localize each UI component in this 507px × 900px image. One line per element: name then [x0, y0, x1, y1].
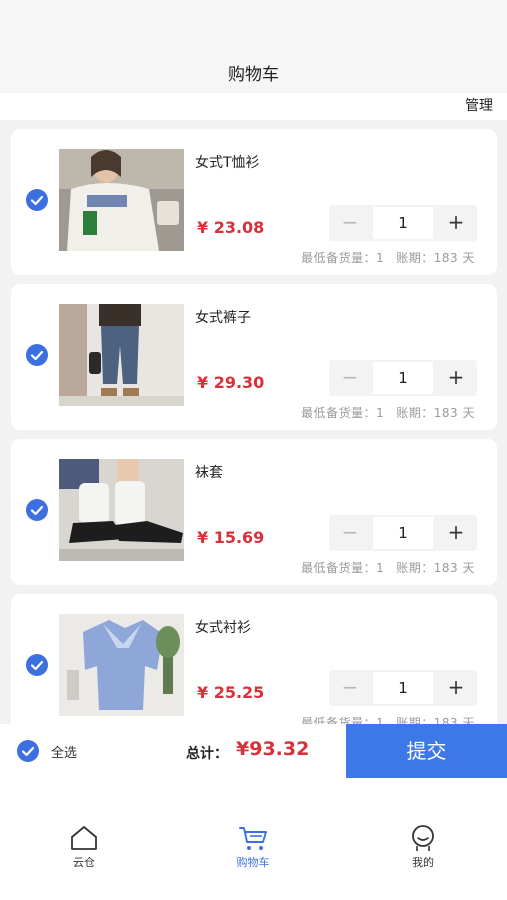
- quantity-stepper: − 1 +: [329, 515, 477, 551]
- product-price: ¥ 15.69: [197, 528, 265, 547]
- term-label: 账期：: [396, 716, 434, 724]
- tab-label: 云仓: [73, 856, 95, 869]
- cart-icon: [239, 827, 267, 850]
- total-value: ¥93.32: [236, 738, 310, 760]
- quantity-input[interactable]: 1: [373, 362, 433, 394]
- min-stock-label: 最低备货量：: [301, 251, 377, 265]
- cart-list[interactable]: 女式T恤衫 ¥ 23.08 − 1 + 最低备货量：1 账期：183 天 女式裤…: [0, 120, 507, 724]
- checkout-bar: 全选 总计： ¥93.32 提交: [0, 724, 507, 778]
- check-icon: [30, 350, 44, 361]
- product-image-tshirt[interactable]: [59, 149, 184, 251]
- term-days: 183: [433, 251, 459, 265]
- product-price: ¥ 29.30: [197, 373, 265, 392]
- item-checkbox[interactable]: [26, 344, 48, 366]
- increase-button[interactable]: +: [435, 515, 477, 551]
- min-stock-label: 最低备货量：: [301, 406, 377, 420]
- quantity-stepper: − 1 +: [329, 670, 477, 706]
- min-stock-value: 1: [376, 406, 385, 420]
- increase-button[interactable]: +: [435, 205, 477, 241]
- product-name[interactable]: 女式T恤衫: [195, 152, 260, 172]
- item-checkbox[interactable]: [26, 654, 48, 676]
- tab-cart[interactable]: 购物车: [208, 824, 298, 870]
- item-meta: 最低备货量：1 账期：183 天: [301, 559, 475, 576]
- tab-cloud-warehouse[interactable]: 云仓: [39, 824, 129, 870]
- profile-icon: [412, 825, 434, 851]
- decrease-button[interactable]: −: [329, 670, 371, 706]
- product-price: ¥ 23.08: [197, 218, 265, 237]
- min-stock-value: 1: [376, 716, 385, 724]
- decrease-button[interactable]: −: [329, 360, 371, 396]
- term-label: 账期：: [396, 251, 434, 265]
- decrease-button[interactable]: −: [329, 205, 371, 241]
- product-name[interactable]: 女式裤子: [195, 307, 251, 327]
- check-icon: [30, 505, 44, 516]
- check-icon: [21, 746, 35, 757]
- item-checkbox[interactable]: [26, 499, 48, 521]
- product-price: ¥ 25.25: [197, 683, 265, 702]
- term-unit: 天: [462, 406, 475, 420]
- cart-item: 袜套 ¥ 15.69 − 1 + 最低备货量：1 账期：183 天: [11, 439, 497, 585]
- term-days: 183: [433, 561, 459, 575]
- term-days: 183: [433, 406, 459, 420]
- decrease-button[interactable]: −: [329, 515, 371, 551]
- bottom-tab-bar: 云仓 购物车 我的: [0, 778, 507, 900]
- term-days: 183: [433, 716, 459, 724]
- submit-button[interactable]: 提交: [346, 724, 507, 778]
- quantity-input[interactable]: 1: [373, 672, 433, 704]
- quantity-stepper: − 1 +: [329, 205, 477, 241]
- select-all-checkbox[interactable]: [17, 740, 39, 762]
- page-title: 购物车: [228, 65, 279, 85]
- quantity-input[interactable]: 1: [373, 517, 433, 549]
- product-image-leg-warmers[interactable]: [59, 459, 184, 561]
- tab-profile[interactable]: 我的: [378, 824, 468, 870]
- product-name[interactable]: 女式衬衫: [195, 617, 251, 637]
- manage-button[interactable]: 管理: [465, 95, 493, 115]
- term-unit: 天: [462, 561, 475, 575]
- top-bar: 购物车: [0, 0, 507, 93]
- product-name[interactable]: 袜套: [195, 462, 223, 482]
- term-label: 账期：: [396, 561, 434, 575]
- manage-bar: 管理: [0, 93, 507, 120]
- min-stock-label: 最低备货量：: [301, 716, 377, 724]
- check-icon: [30, 660, 44, 671]
- cart-item: 女式T恤衫 ¥ 23.08 − 1 + 最低备货量：1 账期：183 天: [11, 129, 497, 275]
- item-checkbox[interactable]: [26, 189, 48, 211]
- tab-label: 购物车: [236, 856, 270, 869]
- min-stock-value: 1: [376, 561, 385, 575]
- total-label: 总计：: [186, 746, 228, 762]
- cart-item: 女式裤子 ¥ 29.30 − 1 + 最低备货量：1 账期：183 天: [11, 284, 497, 430]
- increase-button[interactable]: +: [435, 670, 477, 706]
- item-meta: 最低备货量：1 账期：183 天: [301, 404, 475, 421]
- term-unit: 天: [462, 251, 475, 265]
- product-image-shirt[interactable]: [59, 614, 184, 716]
- min-stock-value: 1: [376, 251, 385, 265]
- term-unit: 天: [462, 716, 475, 724]
- item-meta: 最低备货量：1 账期：183 天: [301, 249, 475, 266]
- increase-button[interactable]: +: [435, 360, 477, 396]
- cart-item: 女式衬衫 ¥ 25.25 − 1 + 最低备货量：1 账期：183 天: [11, 594, 497, 724]
- item-meta: 最低备货量：1 账期：183 天: [301, 714, 475, 724]
- min-stock-label: 最低备货量：: [301, 561, 377, 575]
- quantity-input[interactable]: 1: [373, 207, 433, 239]
- home-icon: [71, 826, 97, 850]
- quantity-stepper: − 1 +: [329, 360, 477, 396]
- select-all-label[interactable]: 全选: [51, 742, 77, 761]
- tab-label: 我的: [412, 856, 434, 869]
- term-label: 账期：: [396, 406, 434, 420]
- check-icon: [30, 195, 44, 206]
- product-image-pants[interactable]: [59, 304, 184, 406]
